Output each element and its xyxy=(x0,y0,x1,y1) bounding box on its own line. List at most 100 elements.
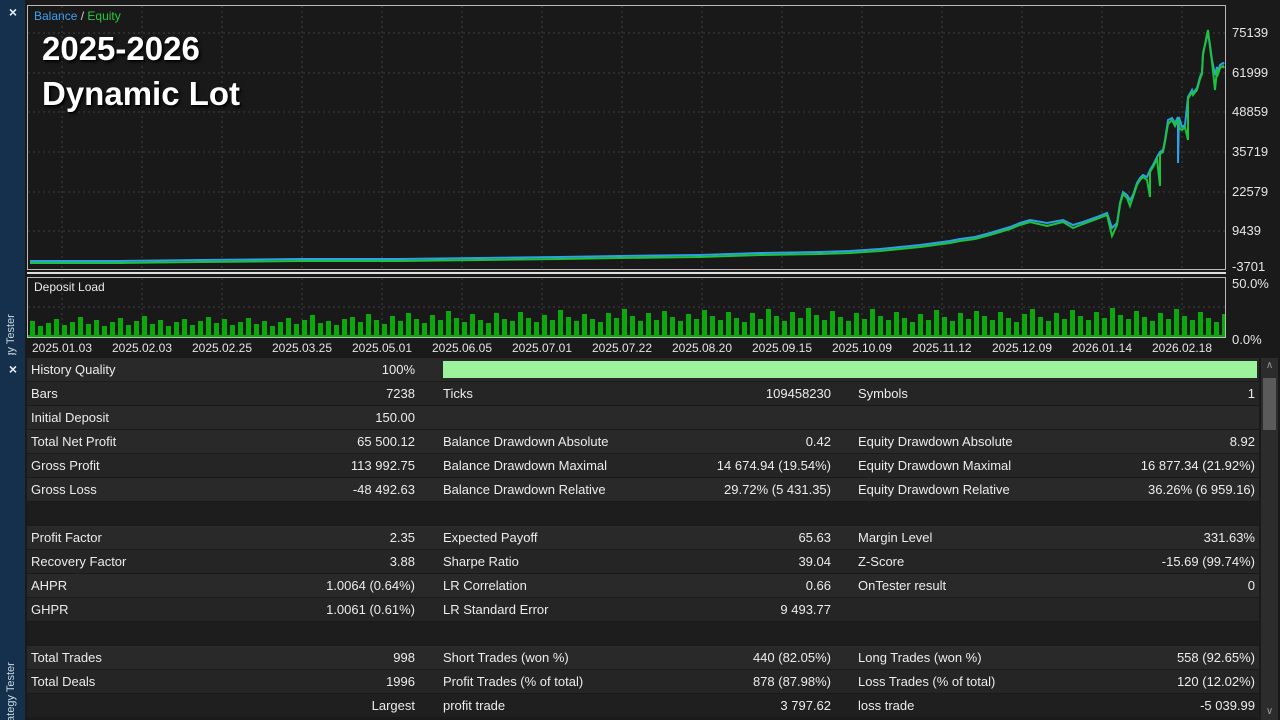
deposit-bar xyxy=(94,320,99,335)
deposit-bar xyxy=(270,326,275,335)
stat-value: 558 (92.65%) xyxy=(1110,650,1259,665)
stat-value: 1.0061 (0.61%) xyxy=(295,602,415,617)
sidebar-tab-strategy-tester-2[interactable]: Strategy Tester xyxy=(0,640,25,720)
deposit-bar xyxy=(1030,309,1035,335)
panel-separator xyxy=(27,272,1226,274)
deposit-bar xyxy=(366,314,371,335)
deposit-bar xyxy=(142,316,147,335)
deposit-bar xyxy=(686,314,691,335)
deposit-bar xyxy=(534,322,539,335)
deposit-bar xyxy=(326,321,331,335)
stat-label: LR Standard Error xyxy=(443,602,689,617)
deposit-bar xyxy=(838,317,843,335)
deposit-max-label: 50.0% xyxy=(1232,276,1269,291)
scrollbar-thumb[interactable] xyxy=(1263,378,1276,430)
stat-value: 1996 xyxy=(295,674,415,689)
y-axis-label: 48859 xyxy=(1232,104,1268,119)
deposit-bar xyxy=(758,319,763,335)
deposit-bar xyxy=(958,313,963,335)
table-scrollbar[interactable]: ∧ ∨ xyxy=(1261,358,1278,720)
close-icon[interactable]: × xyxy=(5,361,21,377)
deposit-bar xyxy=(198,321,203,335)
stat-value: 1.0064 (0.64%) xyxy=(295,578,415,593)
deposit-bar xyxy=(710,316,715,335)
chart-y-axis: 75139 61999 48859 35719 22579 9439 -3701 xyxy=(1232,0,1280,276)
deposit-bar xyxy=(430,315,435,335)
deposit-bar xyxy=(262,321,267,335)
deposit-bar xyxy=(806,308,811,335)
deposit-bar xyxy=(222,319,227,335)
deposit-bar xyxy=(334,325,339,335)
stat-label: Balance Drawdown Maximal xyxy=(443,458,689,473)
deposit-bar xyxy=(614,318,619,335)
deposit-bar xyxy=(1206,318,1211,335)
deposit-bar xyxy=(558,310,563,335)
stat-value: 113 992.75 xyxy=(295,458,415,473)
deposit-bar xyxy=(510,321,515,335)
deposit-bar xyxy=(550,320,555,335)
stat-label: History Quality xyxy=(27,362,295,377)
deposit-bar xyxy=(350,317,355,335)
stat-value: 16 877.34 (21.92%) xyxy=(1110,458,1259,473)
deposit-bar xyxy=(182,319,187,335)
deposit-bar xyxy=(230,325,235,335)
stat-label: Long Trades (won %) xyxy=(858,650,1110,665)
deposit-bar xyxy=(358,322,363,335)
deposit-bar xyxy=(190,325,195,335)
sidebar-tab-strategy-tester-1[interactable]: Strategy Tester xyxy=(0,255,25,355)
stat-label: Profit Factor xyxy=(27,530,295,545)
deposit-bar xyxy=(126,325,131,335)
deposit-load-chart[interactable]: Deposit Load xyxy=(27,277,1226,338)
overlay-title-line1: 2025-2026 xyxy=(42,26,240,71)
deposit-bar xyxy=(1126,319,1131,335)
balance-equity-chart[interactable]: Balance / Equity 2025-2026 Dynamic Lot xyxy=(27,5,1226,270)
stat-value: 9 493.77 xyxy=(689,602,831,617)
deposit-bar xyxy=(462,322,467,335)
deposit-bar xyxy=(1054,313,1059,335)
deposit-bar xyxy=(942,317,947,335)
scroll-down-icon[interactable]: ∨ xyxy=(1261,704,1278,720)
deposit-bar xyxy=(766,309,771,335)
table-row: Total Trades998Short Trades (won %)440 (… xyxy=(27,646,1259,669)
stat-value: 878 (87.98%) xyxy=(689,674,831,689)
stat-value: 998 xyxy=(295,650,415,665)
deposit-bar xyxy=(694,319,699,335)
legend-separator: / xyxy=(77,9,87,23)
stat-label: Total Deals xyxy=(27,674,295,689)
stat-label: Short Trades (won %) xyxy=(443,650,689,665)
close-icon[interactable]: × xyxy=(5,4,21,20)
stat-value: 0.42 xyxy=(689,434,831,449)
deposit-bar xyxy=(1182,316,1187,335)
deposit-bar xyxy=(70,322,75,335)
deposit-bar xyxy=(926,320,931,335)
deposit-bar xyxy=(438,320,443,335)
legend-balance[interactable]: Balance xyxy=(34,9,77,23)
deposit-load-bars xyxy=(30,280,1225,335)
deposit-load-label: Deposit Load xyxy=(34,280,105,294)
deposit-bar xyxy=(206,317,211,335)
stat-value: 29.72% (5 431.35) xyxy=(689,482,831,497)
deposit-bar xyxy=(238,322,243,335)
deposit-bar xyxy=(846,321,851,335)
deposit-bar xyxy=(590,319,595,335)
x-axis-label: 2025.09.15 xyxy=(752,341,812,355)
stat-label: loss trade xyxy=(858,698,1110,713)
deposit-bar xyxy=(46,323,51,335)
deposit-bar xyxy=(526,318,531,335)
legend-equity[interactable]: Equity xyxy=(87,9,120,23)
stat-label: Equity Drawdown Relative xyxy=(858,482,1110,497)
deposit-bar xyxy=(894,312,899,335)
x-axis-label: 2025.03.25 xyxy=(272,341,332,355)
deposit-bar xyxy=(102,326,107,335)
x-axis-label: 2025.07.22 xyxy=(592,341,652,355)
x-axis-label: 2025.12.09 xyxy=(992,341,1052,355)
deposit-bar xyxy=(518,312,523,335)
stat-value: 3 797.62 xyxy=(689,698,831,713)
x-axis-label: 2025.05.01 xyxy=(352,341,412,355)
deposit-bar xyxy=(494,313,499,335)
deposit-bar xyxy=(630,316,635,335)
stat-value: 3.88 xyxy=(295,554,415,569)
deposit-bar xyxy=(486,323,491,335)
scroll-up-icon[interactable]: ∧ xyxy=(1261,358,1278,374)
deposit-bar xyxy=(742,322,747,335)
